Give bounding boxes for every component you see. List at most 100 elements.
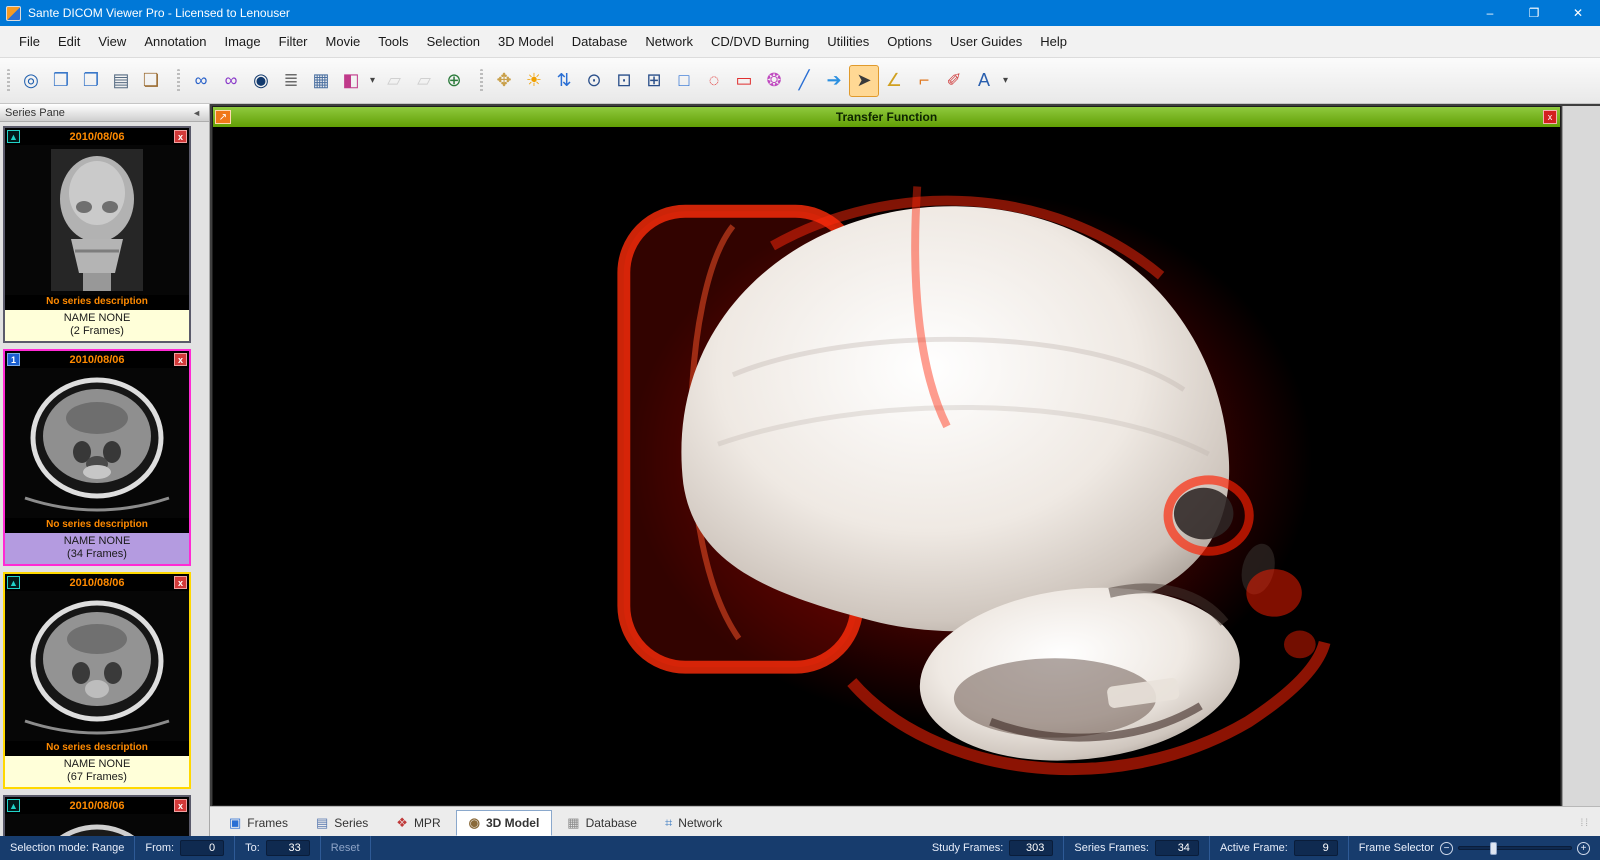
layout-icon[interactable]: ▦	[306, 65, 336, 97]
resize-grip-icon: ⁞⁞	[1580, 818, 1594, 829]
menu-options[interactable]: Options	[878, 29, 941, 54]
active-frame-label: Active Frame:	[1220, 842, 1288, 854]
pointer-tool-icon[interactable]: ➤	[849, 65, 879, 97]
zoom-region-icon[interactable]: ⊡	[609, 65, 639, 97]
frame-slider-track[interactable]	[1458, 846, 1572, 850]
series-date: 2010/08/06	[69, 800, 124, 812]
to-value-field[interactable]: 33	[266, 840, 310, 856]
from-value-field[interactable]: 0	[180, 840, 224, 856]
menu-annotation[interactable]: Annotation	[135, 29, 215, 54]
angle-tool-icon[interactable]: ∠	[879, 65, 909, 97]
frame-prev-button[interactable]: −	[1440, 842, 1453, 855]
active-frame-segment: Active Frame: 9	[1210, 836, 1349, 860]
save-image-icon[interactable]: ❐	[76, 65, 106, 97]
series-description: No series description	[5, 741, 189, 756]
series-close-icon[interactable]: x	[174, 353, 187, 366]
open-image-icon[interactable]: ❒	[46, 65, 76, 97]
collapse-series-pane-icon[interactable]: ◄	[189, 108, 204, 118]
rect-select-icon[interactable]: □	[669, 65, 699, 97]
levels-icon[interactable]: ≣	[276, 65, 306, 97]
menu-tools[interactable]: Tools	[369, 29, 417, 54]
copy-icon[interactable]: ❏	[136, 65, 166, 97]
series-frame-count: (34 Frames)	[5, 548, 189, 561]
frame-selector-slider[interactable]: − +	[1440, 842, 1590, 855]
series-thumbnail-axial-ct[interactable]	[5, 814, 189, 836]
zoom-fit-icon[interactable]: ⊞	[639, 65, 669, 97]
tab-label: Frames	[247, 816, 288, 830]
menu-bar: FileEditViewAnnotationImageFilterMovieTo…	[0, 26, 1600, 58]
series-patient-name: NAME NONE	[5, 758, 189, 771]
tools-menu-icon[interactable]: ▾	[999, 65, 1012, 97]
viewport-title: Transfer Function	[213, 110, 1560, 124]
menu-help[interactable]: Help	[1031, 29, 1076, 54]
menu-cd-dvd-burning[interactable]: CD/DVD Burning	[702, 29, 818, 54]
series-thumbnail-xray[interactable]	[5, 145, 189, 295]
series-close-icon[interactable]: x	[174, 576, 187, 589]
text-tool-icon[interactable]: A	[969, 65, 999, 97]
marker-tool-icon[interactable]: ✐	[939, 65, 969, 97]
viewport-close-icon[interactable]: x	[1543, 110, 1557, 124]
series-date-row: 1 2010/08/06 x	[5, 351, 189, 368]
tab-frames[interactable]: ▣Frames	[216, 810, 301, 836]
series-thumbnail-axial-ct[interactable]	[5, 368, 189, 518]
channels-menu-icon[interactable]: ▾	[366, 65, 379, 97]
volume-render-canvas[interactable]	[213, 127, 1560, 805]
viewport-header[interactable]: ↗ Transfer Function x	[213, 107, 1560, 127]
series-thumbnail-axial-ct[interactable]	[5, 591, 189, 741]
tab-label: 3D Model	[486, 816, 539, 830]
menu-file[interactable]: File	[10, 29, 49, 54]
window-level-icon[interactable]: ⇅	[549, 65, 579, 97]
color-channels-icon[interactable]: ◧	[336, 65, 366, 97]
menu-network[interactable]: Network	[636, 29, 702, 54]
ellipse-roi-icon[interactable]: ◌	[699, 65, 729, 97]
menu-view[interactable]: View	[89, 29, 135, 54]
series-item-3[interactable]: ▲ 2010/08/06 x	[3, 572, 191, 789]
frame-next-button[interactable]: +	[1577, 842, 1590, 855]
tab-label: Network	[678, 816, 722, 830]
series-item-2[interactable]: 1 2010/08/06 x	[3, 349, 191, 566]
study-frames-segment: Study Frames: 303	[922, 836, 1065, 860]
minimize-button[interactable]: –	[1468, 0, 1512, 26]
series-item-4[interactable]: ▲ 2010/08/06 x	[3, 795, 191, 836]
menu-edit[interactable]: Edit	[49, 29, 89, 54]
menu-utilities[interactable]: Utilities	[818, 29, 878, 54]
reset-button[interactable]: Reset	[331, 842, 360, 854]
frame-slider-handle[interactable]	[1490, 842, 1497, 855]
series-type-badge-icon: ▲	[7, 576, 20, 589]
frame-selector-label: Frame Selector	[1359, 842, 1434, 854]
series-pane: Series Pane ◄ ▲ 2010/08/06 x	[0, 104, 210, 836]
zoom-icon[interactable]: ⊙	[579, 65, 609, 97]
color-palette-icon[interactable]: ❂	[759, 65, 789, 97]
print-icon[interactable]: ▤	[106, 65, 136, 97]
brightness-icon[interactable]: ☀	[519, 65, 549, 97]
close-button[interactable]: ✕	[1556, 0, 1600, 26]
tab-3d-model[interactable]: ◉3D Model	[456, 810, 553, 836]
rect-roi-icon[interactable]: ▭	[729, 65, 759, 97]
line-tool-icon[interactable]: ╱	[789, 65, 819, 97]
tab-mpr[interactable]: ❖MPR	[383, 810, 453, 836]
menu-database[interactable]: Database	[563, 29, 637, 54]
menu-image[interactable]: Image	[215, 29, 269, 54]
menu-movie[interactable]: Movie	[317, 29, 370, 54]
show-overlays-icon[interactable]: ◉	[246, 65, 276, 97]
series-name-block: NAME NONE (67 Frames)	[5, 756, 189, 787]
pan-icon[interactable]: ✥	[489, 65, 519, 97]
menu-selection[interactable]: Selection	[418, 29, 489, 54]
polyline-tool-icon[interactable]: ⌐	[909, 65, 939, 97]
menu-filter[interactable]: Filter	[270, 29, 317, 54]
globe-icon[interactable]: ⊕	[439, 65, 469, 97]
tab-database[interactable]: ▦Database	[554, 810, 650, 836]
menu-3d-model[interactable]: 3D Model	[489, 29, 563, 54]
tab-network[interactable]: ⌗ Network	[652, 810, 735, 836]
series-close-icon[interactable]: x	[174, 130, 187, 143]
link-series-icon[interactable]: ∞	[186, 65, 216, 97]
link-all-icon[interactable]: ∞	[216, 65, 246, 97]
menu-user-guides[interactable]: User Guides	[941, 29, 1031, 54]
series-item-1[interactable]: ▲ 2010/08/06 x	[3, 126, 191, 343]
zoom-preview-icon[interactable]: ◎	[16, 65, 46, 97]
series-close-icon[interactable]: x	[174, 799, 187, 812]
maximize-button[interactable]: ❐	[1512, 0, 1556, 26]
tab-series[interactable]: ▤Series	[303, 810, 381, 836]
tab-icon: ⌗	[665, 815, 672, 831]
arrow-tool-icon[interactable]: ➔	[819, 65, 849, 97]
